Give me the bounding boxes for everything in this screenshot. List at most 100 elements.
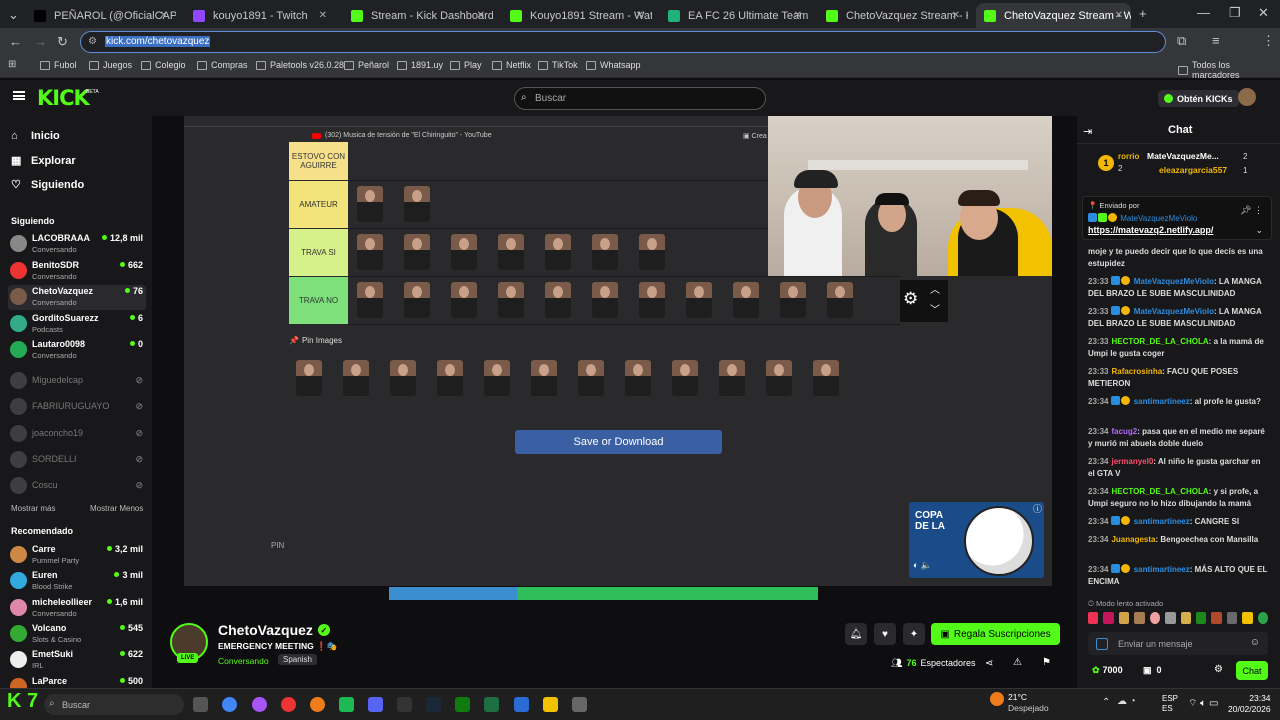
pinned-message[interactable]: 📍 Enviado por MateVazquezMeViolo https:/… [1082, 196, 1272, 240]
url-text[interactable]: kick.com/chetovazquez [105, 36, 211, 47]
bookmark-item[interactable]: Netflix [492, 60, 531, 70]
message-username[interactable]: facug2 [1111, 427, 1137, 436]
show-less-link[interactable]: Mostrar Menos [90, 504, 143, 513]
kicks-balance[interactable]: ✿ 7000 [1092, 665, 1123, 676]
info-icon[interactable]: ⓘ [1033, 502, 1042, 515]
chrome-icon[interactable] [222, 697, 237, 712]
player-photo[interactable] [404, 186, 430, 222]
chat-message[interactable]: 23:33 MateVazquezMeViolo: LA MANGA DEL B… [1088, 276, 1268, 300]
player-photo[interactable] [780, 282, 806, 318]
bookmark-item[interactable]: Colegio [141, 60, 186, 70]
stream-category[interactable]: Conversando [218, 656, 269, 666]
volume-icon[interactable]: ◐ 🔈 [913, 560, 932, 571]
excel-icon[interactable] [484, 697, 499, 712]
close-tab-icon[interactable]: ✕ [1115, 10, 1123, 21]
chat-message[interactable]: 23:34 Juanagesta: Bengoechea con Mansilla [1088, 534, 1268, 546]
kick-tray-logo[interactable]: K 7 [7, 690, 38, 713]
chat-settings-icon[interactable]: ⚙ [1214, 664, 1223, 675]
chat-input[interactable]: Enviar un mensaje ☺ [1088, 632, 1268, 655]
expand-icon[interactable]: ⌄ [1255, 225, 1263, 236]
recommended-channel[interactable]: Volcano Slots & Casino 545 [8, 622, 146, 647]
pin-icon[interactable]: 📌︎ ⋮ [1240, 205, 1263, 216]
following-channel[interactable]: Miguedelcap ⊘ [8, 369, 146, 394]
player-photo[interactable] [404, 234, 430, 270]
bookmark-item[interactable]: Fubol [40, 60, 77, 70]
chrome-profile-icon[interactable] [310, 697, 325, 712]
chat-message[interactable]: 23:33 MateVazquezMeViolo: LA MANGA DEL B… [1088, 306, 1268, 330]
player-photo[interactable] [625, 360, 651, 396]
message-username[interactable]: santimartineez [1134, 565, 1190, 574]
message-username[interactable]: HECTOR_DE_LA_CHOLA [1111, 337, 1208, 346]
weather-widget[interactable]: 21°C Despejado [1008, 692, 1049, 714]
maximize-icon[interactable]: ❐ [1229, 5, 1241, 21]
bookmark-item[interactable]: Peñarol [344, 60, 389, 70]
browser-tab[interactable]: EA FC 26 Ultimate Team Prices,✕ [660, 3, 810, 28]
address-bar[interactable]: ⚙ kick.com/chetovazquez [80, 31, 1166, 53]
discord-icon[interactable] [368, 697, 383, 712]
report-icon[interactable]: ⚠ [1013, 657, 1022, 668]
gift-subs-button[interactable]: ▣ Regala Suscripciones [931, 623, 1060, 645]
chat-message[interactable]: 23:34 santimartineez: CANGRE SI [1088, 516, 1268, 528]
bookmark-item[interactable]: Compras [197, 60, 248, 70]
file-explorer-icon[interactable] [193, 697, 208, 712]
app-icon[interactable] [572, 697, 587, 712]
player-photo[interactable] [498, 282, 524, 318]
following-channel[interactable]: BenitoSDR Conversando 662 [8, 259, 146, 284]
sidebar-nav-inicio[interactable]: ⌂ Inicio [11, 130, 60, 142]
following-channel[interactable]: LACOBRAAA Conversando 12,8 mil [8, 232, 146, 257]
bookmark-item[interactable]: Juegos [89, 60, 132, 70]
close-window-icon[interactable]: ✕ [1258, 5, 1269, 21]
chat-message[interactable]: 23:34 santimartineez: al profe le gusta? [1088, 396, 1268, 408]
following-channel[interactable]: joaconcho19 ⊘ [8, 422, 146, 447]
chrome-profile-icon[interactable] [252, 697, 267, 712]
sparkle-icon[interactable]: ✦ [903, 623, 925, 645]
browser-tab[interactable]: Kouyo1891 Stream - Watch ✕ [502, 3, 652, 28]
folder-icon[interactable] [543, 697, 558, 712]
chevron-down-icon[interactable]: ﹀ [930, 301, 940, 316]
settings-gear-icon[interactable]: ⚙ [903, 289, 918, 309]
chat-message[interactable]: 23:33 HECTOR_DE_LA_CHOLA: a la mamá de Um… [1088, 336, 1268, 360]
chat-message[interactable]: 23:33 Rafacrosinha: FACU QUE POSES METIER… [1088, 366, 1268, 390]
browser-tab[interactable]: kouyo1891 - Twitch ✕ [185, 3, 335, 28]
top-gifter-3[interactable]: eleazargarcia557 [1159, 165, 1227, 175]
sidebar-nav-explorar[interactable]: ▦ Explorar [11, 154, 76, 168]
all-bookmarks[interactable]: Todos los marcadores [1178, 60, 1280, 80]
bookmark-item[interactable]: Play [450, 60, 482, 70]
bookmark-item[interactable]: 1891.uy [397, 60, 443, 70]
recommended-channel[interactable]: micheleollieer Conversando 1,6 mil [8, 596, 146, 621]
user-avatar[interactable] [1238, 88, 1256, 106]
chat-message[interactable]: 23:34 santimartineez: MÁS ALTO QUE EL EN… [1088, 564, 1268, 588]
mini-ad-video[interactable]: COPA DE LA ◐ 🔈 ⓘ [909, 502, 1044, 578]
player-photo[interactable] [484, 360, 510, 396]
player-photo[interactable] [766, 360, 792, 396]
browser-icon[interactable] [514, 697, 529, 712]
following-channel[interactable]: ChetoVazquez Conversando 76 [8, 285, 146, 310]
player-photo[interactable] [451, 234, 477, 270]
player-photo[interactable] [531, 360, 557, 396]
player-photo[interactable] [390, 360, 416, 396]
close-tab-icon[interactable]: ✕ [319, 10, 327, 21]
network-volume-icons[interactable]: ⌔ 🔈︎ ▭ [1188, 697, 1218, 710]
clock[interactable]: 23:34 20/02/2026 [1228, 693, 1271, 715]
top-gifter-2[interactable]: MateVazquezMe... [1147, 151, 1219, 161]
message-username[interactable]: MateVazquezMeViolo [1134, 307, 1214, 316]
player-photo[interactable] [578, 360, 604, 396]
player-photo[interactable] [592, 282, 618, 318]
close-tab-icon[interactable]: ✕ [477, 10, 485, 21]
following-channel[interactable]: Lautaro0098 Conversando 0 [8, 338, 146, 363]
player-photo[interactable] [404, 282, 430, 318]
tray-chevron-icon[interactable]: ⌃ [1102, 697, 1110, 708]
points-balance[interactable]: ▣ 0 [1143, 665, 1162, 676]
chat-message[interactable]: 23:34 jermanyel0: Al niño le gusta garcha… [1088, 456, 1268, 480]
following-channel[interactable]: FABRIURUGUAYO ⊘ [8, 395, 146, 420]
player-photo[interactable] [672, 360, 698, 396]
tab-search-icon[interactable]: ⌄ [8, 7, 19, 23]
more-options-icon[interactable]: ⚑ [1042, 657, 1051, 668]
language-indicator[interactable]: ESP ES [1162, 694, 1178, 714]
browser-tab[interactable]: Stream - Kick Dashboard ✕ [343, 3, 493, 28]
player-photo[interactable] [545, 282, 571, 318]
player-photo[interactable] [357, 282, 383, 318]
bookmark-item[interactable]: TikTok [538, 60, 578, 70]
player-photo[interactable] [498, 234, 524, 270]
player-photo[interactable] [592, 234, 618, 270]
